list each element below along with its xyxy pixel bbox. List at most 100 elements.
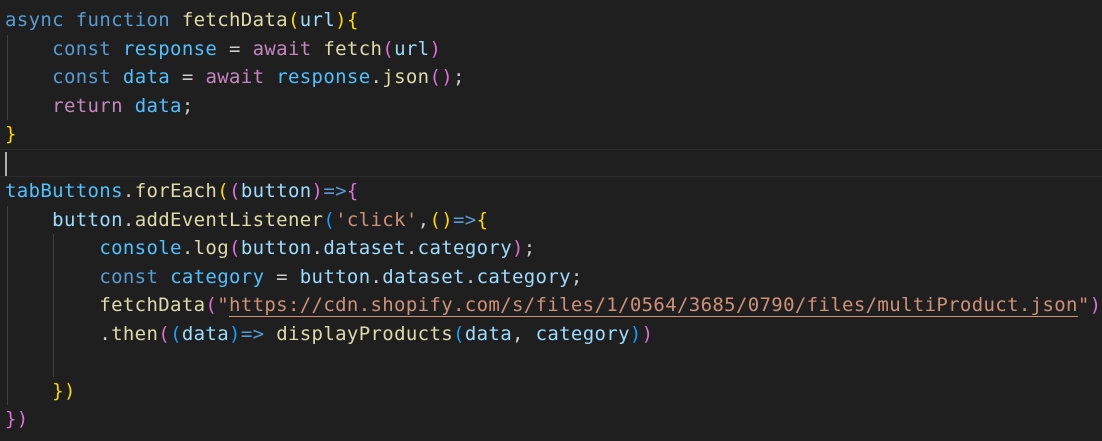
variable: tabButtons — [5, 180, 123, 202]
punctuation: . — [464, 265, 477, 288]
bracket: { — [346, 180, 359, 202]
punctuation: ; — [570, 265, 583, 288]
bracket: ( — [217, 180, 230, 202]
variable: url — [394, 37, 430, 60]
punctuation: . — [311, 237, 324, 259]
code-line-2: const response = await fetch(url) — [0, 34, 1102, 63]
indent-guide — [53, 319, 54, 348]
indent-guide — [7, 234, 8, 263]
code-line-14: }) — [0, 376, 1102, 405]
parameter: data — [181, 322, 230, 345]
code-line-1: async function fetchData(url){ — [0, 6, 1102, 35]
code-line-4: return data; — [0, 91, 1102, 120]
operator: = — [217, 37, 253, 60]
variable: data — [134, 94, 182, 117]
code-line-13 — [0, 348, 1102, 377]
text-cursor — [5, 151, 7, 176]
bracket: ( — [382, 37, 395, 60]
keyword-const: const — [52, 37, 112, 60]
function-call: fetch — [323, 37, 383, 60]
string-quote: " — [1077, 294, 1090, 316]
bracket: ) — [429, 37, 442, 60]
indent-guide — [53, 234, 54, 263]
indent-guide — [7, 91, 8, 120]
code-line-12: .then((data)=> displayProducts(data, cat… — [0, 319, 1102, 348]
bracket: ( — [170, 322, 182, 345]
string-quote: " — [217, 294, 230, 316]
bracket: ) — [335, 9, 347, 31]
bracket: ) — [311, 180, 324, 202]
indent-guide — [7, 348, 8, 377]
punctuation: . — [122, 208, 135, 231]
function-name: fetchData — [181, 9, 288, 31]
variable: console — [99, 237, 182, 259]
punctuation: , — [511, 322, 536, 345]
code-line-5: } — [0, 120, 1102, 149]
punctuation: ; — [523, 237, 536, 259]
code-editor[interactable]: async function fetchData(url){ const res… — [0, 6, 1102, 434]
punctuation: . — [122, 180, 135, 202]
variable: response — [122, 37, 218, 60]
parameter: button — [240, 180, 312, 202]
variable: response — [276, 66, 371, 88]
bracket: }) — [5, 408, 29, 430]
property: dataset — [382, 265, 465, 288]
bracket: { — [346, 9, 359, 31]
bracket: } — [5, 123, 17, 145]
method-call: addEventListener — [134, 208, 324, 231]
bracket: ( — [287, 9, 300, 31]
bracket: ( — [205, 294, 218, 316]
bracket: () — [429, 208, 454, 231]
indent-guide — [7, 205, 8, 234]
variable: button — [52, 208, 123, 231]
bracket: ) — [641, 322, 654, 345]
indent-guide — [53, 348, 54, 377]
keyword-function: function — [75, 9, 171, 31]
code-line-10: const category = button.dataset.category… — [0, 262, 1102, 291]
method-call: forEach — [134, 180, 218, 202]
bracket: }) — [52, 379, 76, 402]
arrow: => — [240, 322, 265, 345]
bracket: ( — [323, 208, 336, 231]
indent-guide — [7, 319, 8, 348]
code-line-7: tabButtons.forEach((button)=>{ — [0, 177, 1102, 206]
variable: data — [464, 322, 512, 345]
punctuation: . — [370, 66, 383, 88]
arrow: => — [453, 208, 477, 231]
arrow: => — [323, 180, 347, 202]
variable: category — [170, 265, 265, 288]
indent-guide — [7, 34, 8, 63]
keyword-const: const — [52, 66, 112, 88]
punctuation: ; — [453, 66, 465, 88]
bracket: { — [476, 208, 489, 231]
variable: button — [240, 237, 312, 259]
code-line-8: button.addEventListener('click',()=>{ — [0, 205, 1102, 234]
property: dataset — [323, 237, 406, 259]
punctuation: . — [181, 237, 194, 259]
indent-guide — [53, 291, 54, 320]
punctuation: ; — [181, 94, 194, 117]
punctuation: . — [99, 322, 112, 345]
bracket: ) — [1089, 294, 1102, 316]
code-line-6-current[interactable] — [0, 148, 1102, 177]
operator: = — [264, 265, 300, 288]
variable: category — [535, 322, 630, 345]
keyword-await: await — [252, 37, 312, 60]
code-line-11: fetchData("https://cdn.shopify.com/s/fil… — [0, 291, 1102, 320]
indent-guide — [53, 262, 54, 291]
bracket: ( — [453, 322, 465, 345]
indent-guide — [7, 63, 8, 92]
url-link[interactable]: https://cdn.shopify.com/s/files/1/0564/3… — [229, 294, 1078, 316]
bracket: ( — [158, 322, 171, 345]
keyword-await: await — [205, 66, 265, 88]
keyword-return: return — [52, 94, 123, 117]
method-call: log — [193, 237, 230, 259]
parameter: url — [299, 9, 336, 31]
code-line-3: const data = await response.json(); — [0, 63, 1102, 92]
